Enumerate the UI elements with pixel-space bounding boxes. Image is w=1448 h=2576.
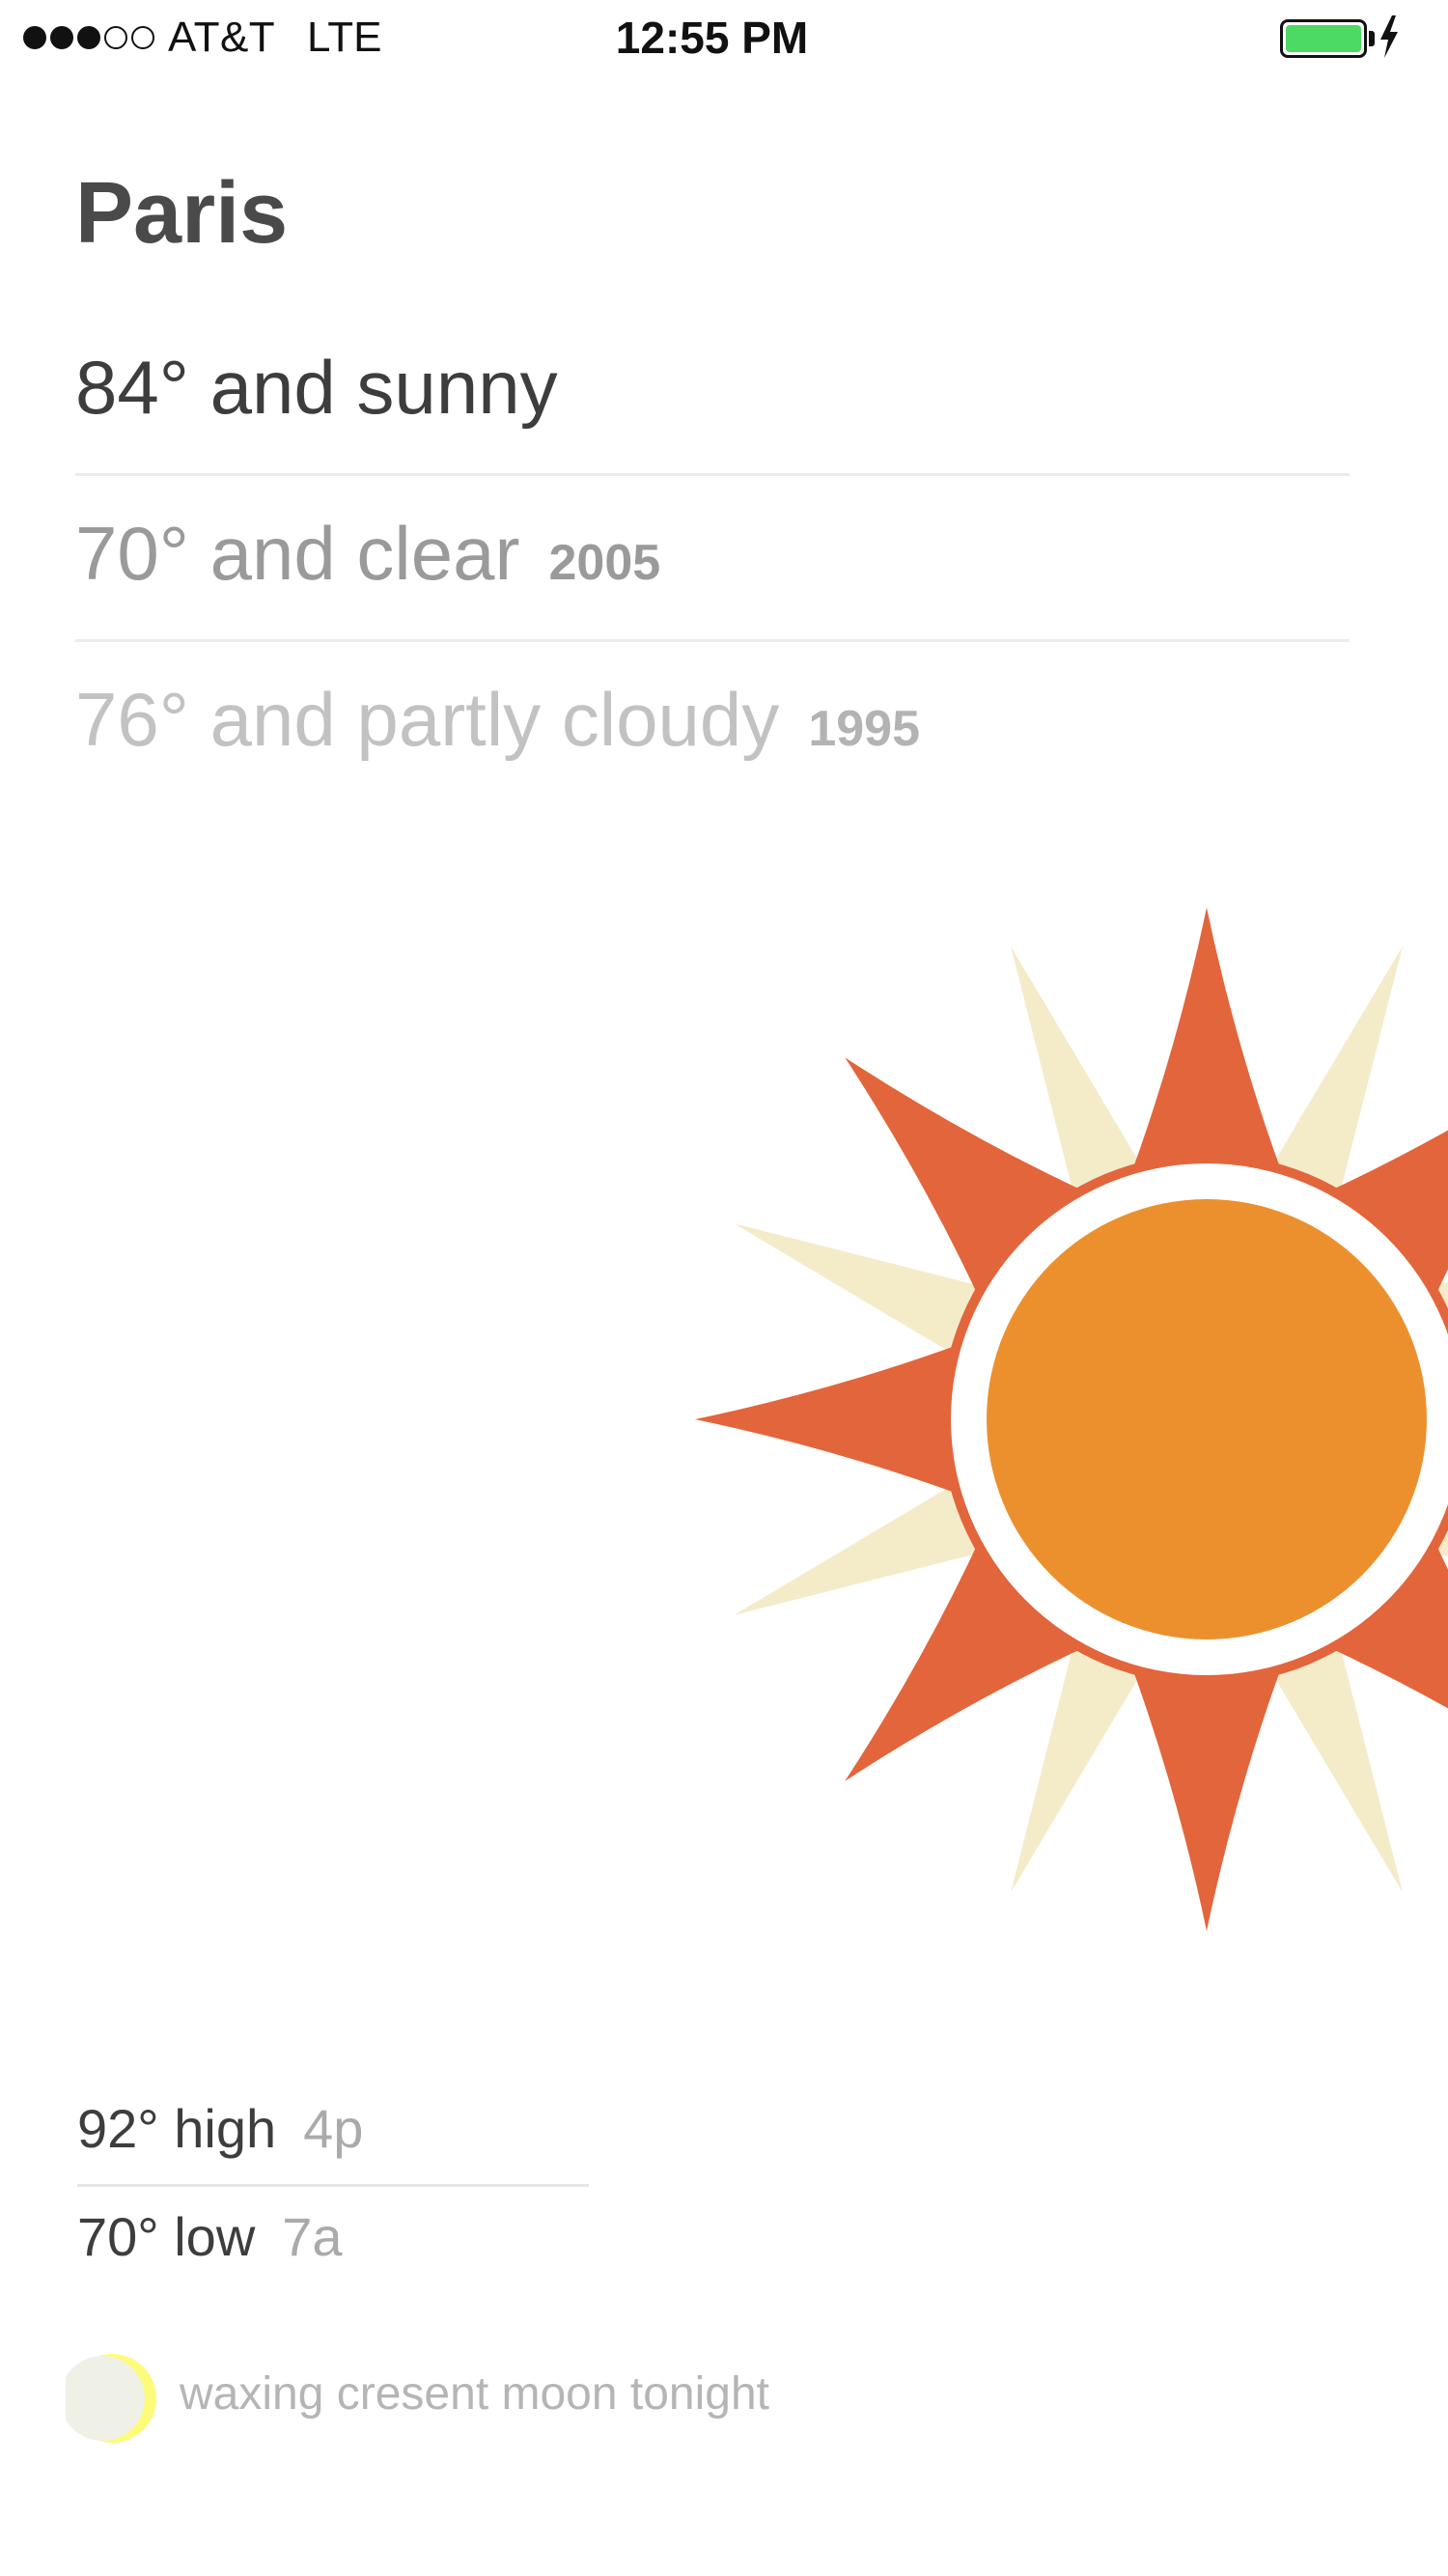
forecast-high: 92° high 4p [77, 2097, 363, 2160]
sun-core [987, 1199, 1427, 1639]
battery-icon [1280, 19, 1367, 58]
sun-ray [1124, 1645, 1290, 1931]
high-temp: 92° high [77, 2098, 277, 2159]
low-time: 7a [282, 2206, 343, 2267]
divider [75, 639, 1350, 642]
status-bar: AT&T LTE 12:55 PM [0, 0, 1448, 77]
moon-icon [66, 2354, 156, 2443]
sun-ray [695, 1336, 981, 1502]
history-year: 2005 [548, 535, 661, 591]
sun-ray [1124, 908, 1290, 1193]
current-condition: 84° and sunny [75, 344, 558, 432]
history-condition-text: 76° and partly cloudy [75, 677, 780, 762]
sun-icon [676, 888, 1448, 1950]
history-condition[interactable]: 70° and clear 2005 [75, 510, 660, 598]
bolt-icon [1380, 15, 1398, 58]
status-time: 12:55 PM [615, 13, 809, 63]
divider [77, 2184, 589, 2187]
moon-phase-text: waxing cresent moon tonight [180, 2368, 770, 2420]
history-condition[interactable]: 76° and partly cloudy 1995 [75, 676, 920, 764]
current-condition-text: 84° and sunny [75, 345, 558, 430]
forecast-low: 70° low 7a [77, 2205, 343, 2268]
city-name: Paris [75, 165, 289, 262]
history-condition-text: 70° and clear [75, 511, 520, 596]
divider [75, 473, 1350, 476]
history-year: 1995 [808, 701, 920, 757]
low-temp: 70° low [77, 2206, 256, 2267]
high-time: 4p [303, 2098, 364, 2159]
